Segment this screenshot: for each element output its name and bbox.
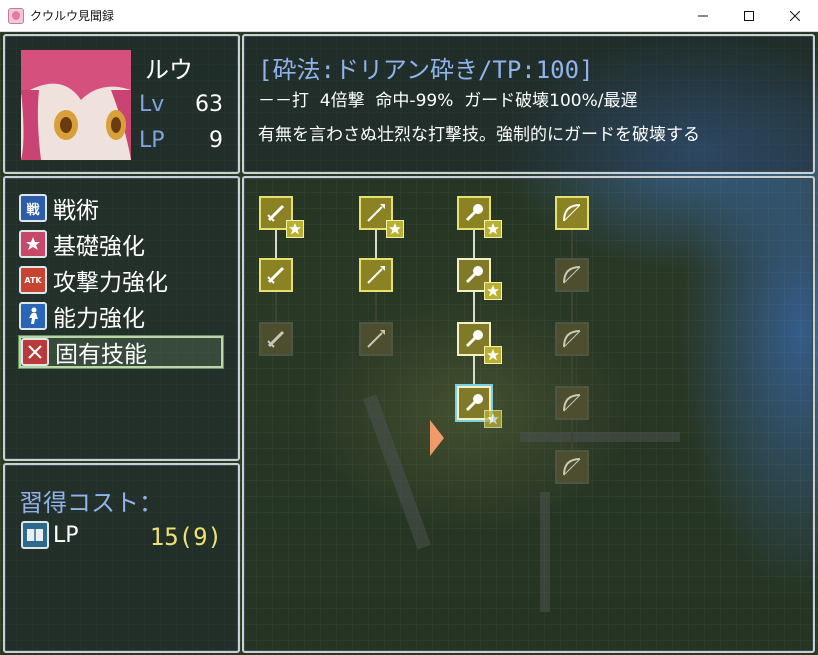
maximize-icon [744,10,754,21]
skill-node-bow-5[interactable] [555,450,589,484]
character-name: ルウ [145,56,193,84]
skill-node-bow-4[interactable] [555,386,589,420]
category-label: 基礎強化 [53,234,145,260]
bow-icon [563,204,581,222]
skill-title: [砕法:ドリアン砕き/TP:100] [258,56,594,84]
level-value: 63 [195,92,223,117]
close-button[interactable] [772,0,818,31]
window-titlebar: クウルウ見聞録 [0,0,818,32]
window-title: クウルウ見聞録 [30,9,115,23]
sword-icon [267,204,285,222]
star-badge-icon [286,220,304,238]
skill-node-sword-3[interactable] [259,322,293,356]
category-label: 能力強化 [53,306,145,332]
cost-title: 習得コスト： [19,489,163,517]
skill-node-bow-1[interactable] [555,196,589,230]
character-panel: ルウ Lv 63 LP 9 [3,34,240,174]
app-icon [8,8,24,24]
character-portrait [21,50,131,160]
tree-connector [275,292,277,322]
maximize-button[interactable] [726,0,772,31]
category-attack-enhance[interactable]: ATK 攻撃力強化 [19,264,223,296]
selection-cursor-icon [430,420,444,456]
game-screen: ルウ Lv 63 LP 9 [砕法:ドリアン砕き/TP:100] －－打 4倍撃… [0,32,818,655]
tree-connector [275,230,277,258]
mace-icon [465,266,483,284]
bow-icon [563,394,581,412]
star-badge-icon [484,282,502,300]
attack-enhance-icon: ATK [19,266,47,294]
spear-icon [367,330,385,348]
level-label: Lv [139,92,165,117]
tree-connector [473,356,475,386]
lp-value: 9 [209,128,223,153]
cost-value: 15(9) [149,523,222,551]
star-badge-icon [484,346,502,364]
mace-icon [465,330,483,348]
close-icon [790,10,800,21]
skill-node-bow-3[interactable] [555,322,589,356]
basic-enhance-icon [19,230,47,258]
tree-connector [571,420,573,450]
mace-icon [465,204,483,222]
star-badge-icon [386,220,404,238]
star-badge-icon [484,410,502,428]
category-tactics[interactable]: 戦 戦術 [19,192,223,224]
bow-icon [563,458,581,476]
tree-connector [375,292,377,322]
skill-description: 有無を言わさぬ壮烈な打撃技。強制的にガードを破壊する [258,125,700,145]
lp-label: LP [139,128,165,153]
category-panel: 戦 戦術 基礎強化 ATK 攻撃力強化 能力強化 固有技能 [3,176,240,461]
sword-icon [267,266,285,284]
tactics-icon: 戦 [19,194,47,222]
cost-label: LP [53,523,79,548]
tree-connector [571,356,573,386]
tree-connector [571,230,573,258]
spear-icon [367,266,385,284]
sword-icon [267,330,285,348]
minimize-button[interactable] [680,0,726,31]
category-label: 戦術 [53,198,99,224]
category-label: 攻撃力強化 [53,270,168,296]
skill-node-bow-2[interactable] [555,258,589,292]
ability-enhance-icon [19,302,47,330]
category-unique-skill[interactable]: 固有技能 [19,336,223,368]
spear-icon [367,204,385,222]
portrait-image [21,50,131,160]
category-basic-enhance[interactable]: 基礎強化 [19,228,223,260]
skill-stats: －－打 4倍撃 命中-99% ガード破壊100%/最遅 [258,91,638,111]
skill-node-spear-3[interactable] [359,322,393,356]
bow-icon [563,266,581,284]
cost-panel: 習得コスト： LP 15(9) [3,463,240,653]
tree-connector [473,292,475,322]
star-badge-icon [484,220,502,238]
skill-tree-panel [242,176,815,653]
unique-skill-icon [21,338,49,366]
skill-node-sword-2[interactable] [259,258,293,292]
tree-connector [473,230,475,258]
category-ability-enhance[interactable]: 能力強化 [19,300,223,332]
category-label: 固有技能 [55,342,147,368]
minimize-icon [698,15,708,16]
skill-info-panel: [砕法:ドリアン砕き/TP:100] －－打 4倍撃 命中-99% ガード破壊1… [242,34,815,174]
book-icon [21,521,49,549]
tree-connector [571,292,573,322]
skill-node-spear-2[interactable] [359,258,393,292]
bow-icon [563,330,581,348]
tree-connector [375,230,377,258]
mace-icon [465,394,483,412]
